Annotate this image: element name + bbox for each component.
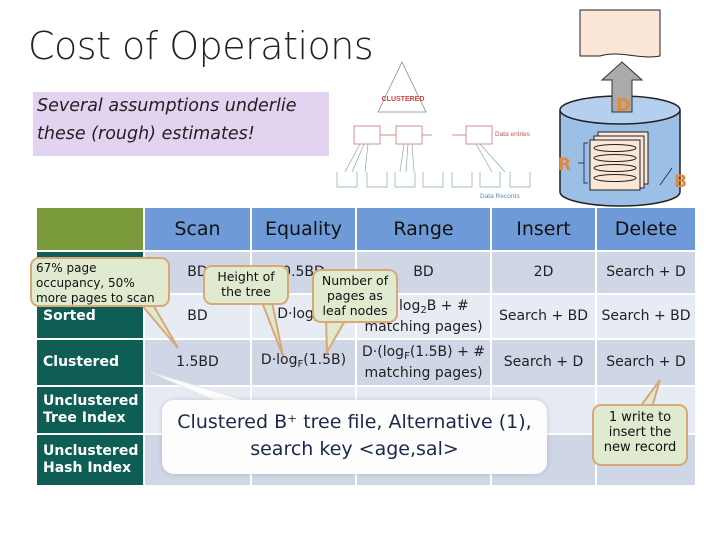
cell-text-pre: D·(log <box>362 343 405 360</box>
column-header: Scan <box>145 208 250 250</box>
table-cell: 1.5BD <box>145 340 250 385</box>
callout-occupancy: 67% page occupancy, 50% more pages to sc… <box>30 257 170 307</box>
cell-text-pre: Search + D <box>503 354 584 370</box>
cell-text-pre: Search + D <box>606 264 686 280</box>
callout-write: 1 write to insert the new record <box>592 404 688 466</box>
cell-text: BD <box>413 264 433 281</box>
table-cell: Search + D <box>597 340 695 385</box>
cell-text-pre: D·log <box>277 306 314 322</box>
callout-tree-height: Height of the tree <box>203 265 289 305</box>
table-cell: D·logF(1.5B) <box>252 340 355 385</box>
row-label: Unclustered Hash Index <box>37 435 143 485</box>
table-cell: D·(logF(1.5B) + # matching pages) <box>357 340 490 385</box>
disk-label-d: D <box>616 95 631 116</box>
cell-text-pre: BD <box>187 308 208 324</box>
slide-title: Cost of Operations <box>28 24 374 68</box>
disk-label-r: R <box>558 155 571 175</box>
table-corner <box>37 208 143 250</box>
column-header: Insert <box>492 208 595 250</box>
file-description-line-2: search key <age,sal> <box>250 438 459 460</box>
table-cell: Search + D <box>597 252 695 293</box>
callout-leaf-pages: Number of pages as leaf nodes <box>312 269 398 323</box>
column-header: Equality <box>252 208 355 250</box>
cell-text: BD <box>187 308 207 325</box>
row-label: Unclustered Tree Index <box>37 387 143 433</box>
table-cell: Search + D <box>492 340 595 385</box>
table-cell: Search + BD <box>492 295 595 338</box>
cell-text: Search + D <box>504 354 584 371</box>
row-label: Clustered <box>37 340 143 385</box>
assumption-line-1: Several assumptions underlie <box>37 96 297 116</box>
assumption-line-2: these (rough) estimates! <box>37 124 255 144</box>
cell-text-pre: Search + D <box>606 354 686 370</box>
table-cell: Search + BD <box>597 295 695 338</box>
cell-text: Search + BD <box>601 308 690 325</box>
records-label: Data Records <box>480 193 520 200</box>
cell-text-post: (1.5B) <box>303 352 347 368</box>
cell-text-pre: BD <box>413 264 434 280</box>
column-header: Delete <box>597 208 695 250</box>
cell-text: Search + BD <box>499 308 588 325</box>
cell-text: D·(logF(1.5B) + # matching pages) <box>357 344 490 382</box>
cell-text-pre: Search + BD <box>498 308 589 324</box>
cell-text-pre: 1.5BD <box>176 354 219 370</box>
tree-label: CLUSTERED <box>382 96 425 103</box>
cell-text-pre: Search + BD <box>601 308 691 324</box>
cell-text: Search + D <box>606 354 686 371</box>
assumption-note: Several assumptions underlie these (roug… <box>33 92 329 156</box>
cell-text: 2D <box>534 264 554 281</box>
disk-icon <box>559 9 681 207</box>
cell-text: Search + D <box>606 264 686 281</box>
file-description-callout: Clustered B⁺ tree file, Alternative (1),… <box>162 400 547 474</box>
column-header: Range <box>357 208 490 250</box>
cell-text-pre: D·log <box>260 352 298 368</box>
file-description-line-1: Clustered B⁺ tree file, Alternative (1), <box>177 411 532 433</box>
table-cell: 2D <box>492 252 595 293</box>
cell-text: 1.5BD <box>176 354 219 371</box>
disk-label-b: B <box>674 172 687 192</box>
entries-label: Data entries <box>495 131 531 138</box>
cell-text-pre: 2D <box>533 264 554 280</box>
cell-text: D·logF(1.5B) <box>261 352 346 373</box>
